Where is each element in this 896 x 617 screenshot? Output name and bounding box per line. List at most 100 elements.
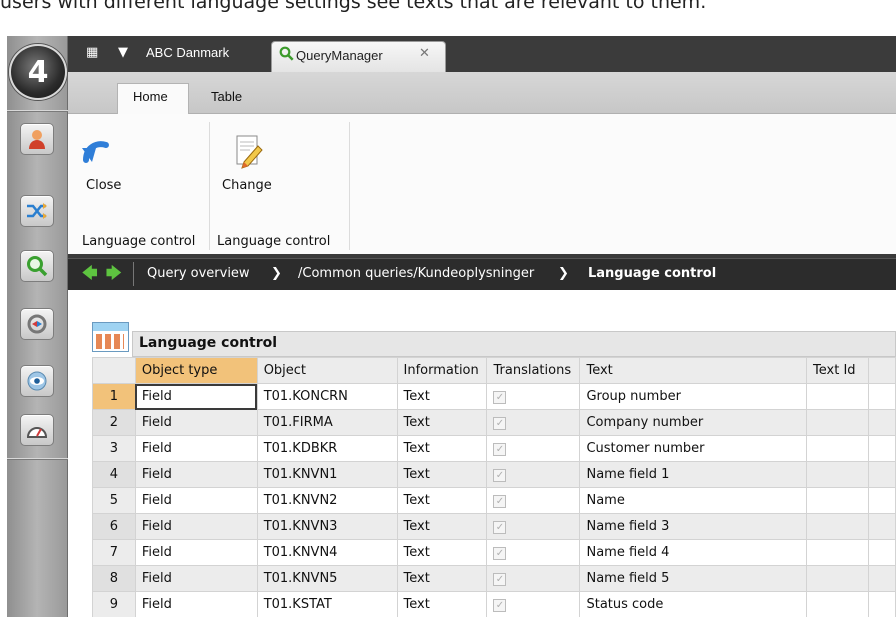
cell-object-type[interactable]: Field [134, 409, 258, 436]
cell-object-type[interactable]: Field [134, 539, 258, 566]
sync-icon[interactable] [20, 308, 54, 340]
table-row[interactable]: 1 Field T01.KONCRN Text ✓ Group number [92, 383, 896, 410]
translation-checkbox[interactable]: ✓ [493, 599, 507, 612]
cell-object[interactable]: T01.FIRMA [256, 409, 398, 436]
tab-company[interactable]: ABC Danmark [146, 45, 229, 60]
chevron-down-icon[interactable]: ▼ [118, 45, 128, 60]
cell-object[interactable]: T01.KNVN5 [256, 565, 398, 592]
cell-text[interactable]: Customer number [579, 435, 808, 462]
column-header[interactable]: Text Id [806, 357, 870, 384]
gauge-icon[interactable] [20, 414, 54, 446]
table-row[interactable]: 7 Field T01.KNVN4 Text ✓ Name field 4 [92, 539, 896, 566]
cell-information[interactable]: Text [396, 539, 488, 566]
search-icon[interactable] [20, 250, 54, 282]
cell-object[interactable]: T01.KSTAT [256, 591, 398, 617]
close-button[interactable]: Close [86, 178, 121, 193]
cell-object[interactable]: T01.KNVN2 [256, 487, 398, 514]
cell-object[interactable]: T01.KNVN4 [256, 539, 398, 566]
cell-object[interactable]: T01.KNVN3 [256, 513, 398, 540]
translation-checkbox[interactable]: ✓ [493, 573, 507, 586]
cell-object[interactable]: T01.KONCRN [256, 383, 398, 410]
column-header[interactable]: Information [396, 357, 488, 384]
grid-menu-icon[interactable]: ▦ [86, 45, 98, 60]
grid-title: Language control [139, 335, 278, 351]
cell-text-id[interactable] [806, 565, 870, 592]
cell-information[interactable]: Text [396, 383, 488, 410]
column-header[interactable]: Text [579, 357, 808, 384]
cell-information[interactable]: Text [396, 409, 488, 436]
cell-object-type[interactable]: Field [134, 383, 258, 410]
translation-checkbox[interactable]: ✓ [493, 469, 507, 482]
cell-text-id[interactable] [806, 539, 870, 566]
translation-checkbox[interactable]: ✓ [493, 391, 507, 404]
ribbon-group-divider [209, 122, 210, 250]
translation-checkbox[interactable]: ✓ [493, 495, 507, 508]
breadcrumb-item[interactable]: /Common queries/Kundeoplysninger [298, 266, 534, 281]
change-button[interactable]: Change [222, 178, 272, 193]
translation-checkbox[interactable]: ✓ [493, 521, 507, 534]
table-row[interactable]: 3 Field T01.KDBKR Text ✓ Customer number [92, 435, 896, 462]
cell-information[interactable]: Text [396, 461, 488, 488]
cell-text-id[interactable] [806, 487, 870, 514]
cell-text[interactable]: Group number [579, 383, 808, 410]
table-row[interactable]: 5 Field T01.KNVN2 Text ✓ Name [92, 487, 896, 514]
cell-translations[interactable]: ✓ [486, 513, 581, 540]
cell-translations[interactable]: ✓ [486, 409, 581, 436]
cell-object-type[interactable]: Field [134, 435, 258, 462]
user-icon[interactable] [20, 123, 54, 155]
table-row[interactable]: 4 Field T01.KNVN1 Text ✓ Name field 1 [92, 461, 896, 488]
forward-arrow-icon[interactable]: 🡆 [106, 263, 122, 288]
app-logo-icon[interactable]: 4 [9, 44, 67, 100]
column-header[interactable]: Translations [486, 357, 581, 384]
translation-checkbox[interactable]: ✓ [493, 443, 507, 456]
cell-text[interactable]: Name [579, 487, 808, 514]
cell-information[interactable]: Text [396, 513, 488, 540]
cell-text-id[interactable] [806, 383, 870, 410]
cell-translations[interactable]: ✓ [486, 539, 581, 566]
cell-text[interactable]: Name field 4 [579, 539, 808, 566]
cell-information[interactable]: Text [396, 565, 488, 592]
cell-text-id[interactable] [806, 435, 870, 462]
cell-object-type[interactable]: Field [134, 487, 258, 514]
translation-checkbox[interactable]: ✓ [493, 547, 507, 560]
column-header[interactable]: Object type [134, 357, 258, 384]
cell-translations[interactable]: ✓ [486, 383, 581, 410]
cell-text[interactable]: Name field 1 [579, 461, 808, 488]
close-icon[interactable]: ✕ [419, 46, 430, 61]
cell-text-id[interactable] [806, 513, 870, 540]
cell-information[interactable]: Text [396, 487, 488, 514]
cell-text[interactable]: Status code [579, 591, 808, 617]
edit-document-icon[interactable] [234, 134, 266, 177]
shuffle-icon[interactable] [20, 195, 54, 227]
cell-text-id[interactable] [806, 591, 870, 617]
cell-object-type[interactable]: Field [134, 513, 258, 540]
translation-checkbox[interactable]: ✓ [493, 417, 507, 430]
cell-object[interactable]: T01.KNVN1 [256, 461, 398, 488]
cell-translations[interactable]: ✓ [486, 487, 581, 514]
column-header[interactable]: Object [256, 357, 398, 384]
cell-text[interactable]: Company number [579, 409, 808, 436]
cell-object-type[interactable]: Field [134, 461, 258, 488]
breadcrumb-item[interactable]: Query overview [147, 266, 250, 281]
undo-arrow-icon[interactable] [80, 136, 116, 173]
cell-information[interactable]: Text [396, 591, 488, 617]
back-arrow-icon[interactable]: 🡄 [82, 263, 98, 288]
table-row[interactable]: 6 Field T01.KNVN3 Text ✓ Name field 3 [92, 513, 896, 540]
cell-translations[interactable]: ✓ [486, 591, 581, 617]
cell-text[interactable]: Name field 5 [579, 565, 808, 592]
cell-text-id[interactable] [806, 409, 870, 436]
eye-gear-icon[interactable] [20, 365, 54, 397]
cell-text-id[interactable] [806, 461, 870, 488]
cell-translations[interactable]: ✓ [486, 435, 581, 462]
table-row[interactable]: 9 Field T01.KSTAT Text ✓ Status code [92, 591, 896, 617]
cell-object[interactable]: T01.KDBKR [256, 435, 398, 462]
cell-object-type[interactable]: Field [134, 591, 258, 617]
cell-translations[interactable]: ✓ [486, 461, 581, 488]
ribbon-tab-table[interactable]: Table [211, 89, 242, 104]
table-row[interactable]: 2 Field T01.FIRMA Text ✓ Company number [92, 409, 896, 436]
cell-text[interactable]: Name field 3 [579, 513, 808, 540]
cell-translations[interactable]: ✓ [486, 565, 581, 592]
cell-information[interactable]: Text [396, 435, 488, 462]
table-row[interactable]: 8 Field T01.KNVN5 Text ✓ Name field 5 [92, 565, 896, 592]
cell-object-type[interactable]: Field [134, 565, 258, 592]
